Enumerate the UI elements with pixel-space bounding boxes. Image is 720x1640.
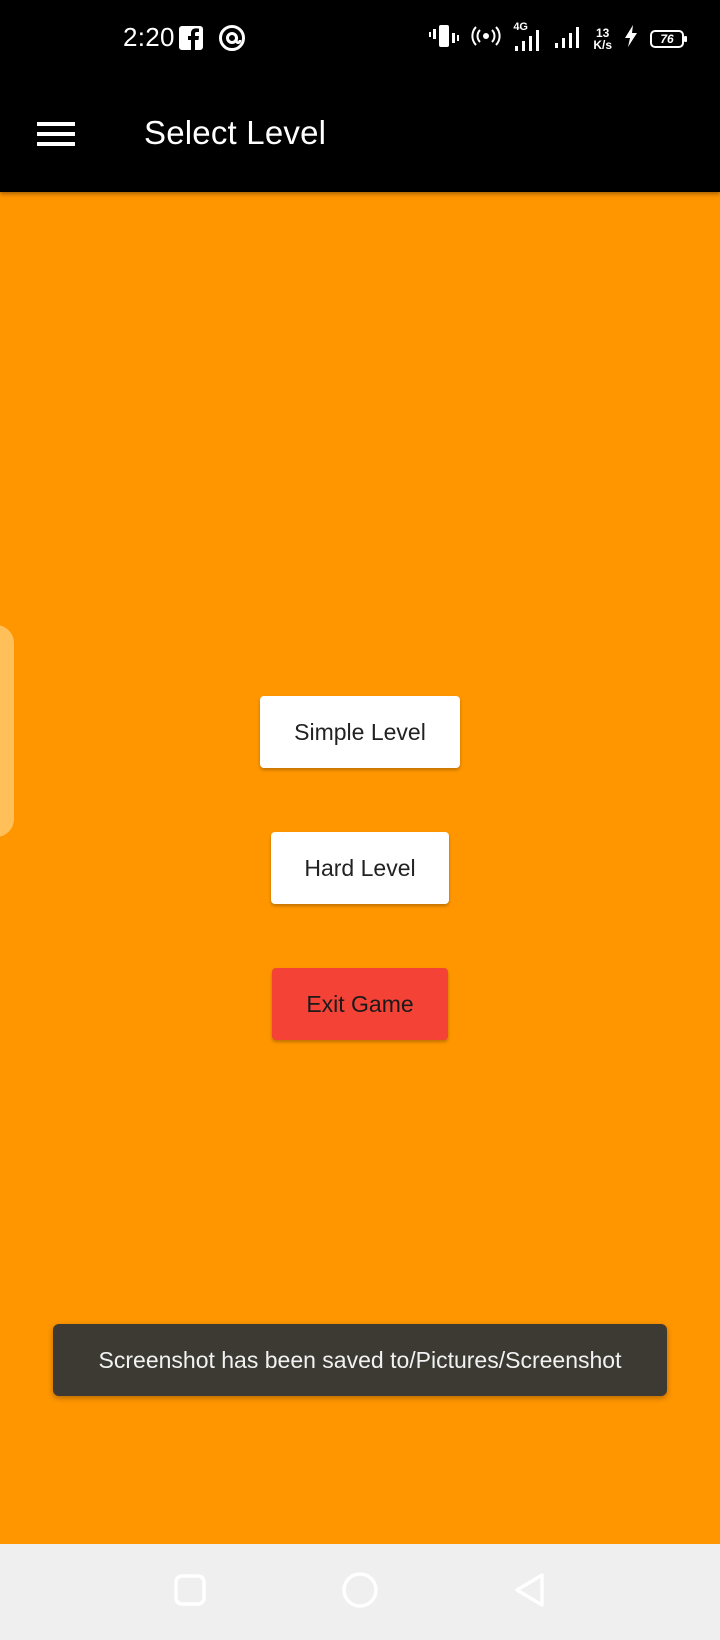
battery-icon: 76 — [650, 29, 687, 48]
home-button[interactable] — [334, 1566, 386, 1618]
status-system-icons: 4G 13 K/s 76 — [429, 21, 687, 55]
simple-level-button[interactable]: Simple Level — [260, 696, 460, 768]
exit-game-button[interactable]: Exit Game — [272, 968, 448, 1040]
network-speed-unit: K/s — [593, 37, 612, 52]
status-notification-icons — [178, 24, 246, 57]
status-time: 2:20 — [123, 22, 175, 52]
navigation-bar — [0, 1544, 720, 1640]
at-sign-icon — [218, 24, 246, 57]
charging-icon — [624, 25, 638, 52]
recent-apps-icon — [173, 1573, 207, 1612]
app-bar: Select Level — [0, 80, 720, 192]
toast-text: Screenshot has been saved to/Pictures/Sc… — [98, 1346, 622, 1373]
hotspot-icon — [471, 24, 501, 53]
page-title: Select Level — [144, 114, 327, 151]
facebook-icon — [178, 25, 204, 56]
edge-panel-handle[interactable] — [0, 625, 14, 837]
vibrate-icon — [429, 23, 460, 54]
battery-level: 76 — [660, 31, 674, 46]
menu-button[interactable] — [24, 104, 88, 168]
status-bar: 2:20 4G 13 K/s 76 — [0, 0, 720, 80]
home-icon — [340, 1570, 380, 1615]
signal-icon — [553, 22, 581, 55]
network-speed: 13 K/s — [593, 27, 612, 51]
toast-message: Screenshot has been saved to/Pictures/Sc… — [53, 1324, 667, 1396]
signal-4g-icon: 4G — [513, 21, 541, 53]
back-button[interactable] — [504, 1566, 556, 1618]
hard-level-button[interactable]: Hard Level — [271, 832, 449, 904]
hamburger-menu-icon — [37, 120, 75, 153]
network-speed-value: 13 — [595, 25, 610, 40]
back-icon — [512, 1571, 548, 1614]
recent-apps-button[interactable] — [164, 1566, 216, 1618]
